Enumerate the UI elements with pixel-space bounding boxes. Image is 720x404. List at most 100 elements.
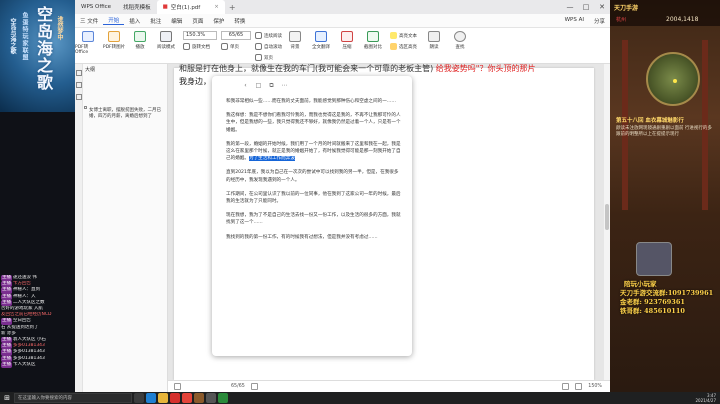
button-label: 截图对比	[364, 45, 382, 50]
quest-title: 第五十八回 血衣幕城魅影行	[616, 118, 684, 124]
menu-item[interactable]: 保护	[208, 17, 229, 25]
chrome-icon[interactable]	[182, 393, 192, 403]
scene-pillar	[702, 40, 708, 210]
button-label: 播放	[135, 45, 145, 50]
double-page-button[interactable]: 双页	[255, 53, 282, 62]
explorer-icon[interactable]	[158, 393, 168, 403]
play-icon	[134, 31, 146, 42]
menu-right-group: WPS AI 分享	[560, 17, 610, 25]
fit-page-icon[interactable]	[562, 383, 570, 390]
new-tab-button[interactable]: +	[225, 3, 240, 12]
hud-location: 杭州	[616, 17, 627, 23]
obs-icon[interactable]	[206, 393, 216, 403]
annotation-icon[interactable]	[76, 94, 82, 100]
outline-item[interactable]: 女博士离职，摆脱贫困失败，二月已婚，四万的月薪，离婚后想到了	[89, 108, 165, 120]
button-label: PDF转图片	[102, 45, 126, 50]
fit-width-icon[interactable]	[575, 383, 583, 390]
page-number-input[interactable]: 65/65	[221, 31, 251, 40]
background-button[interactable]: 背景	[282, 31, 308, 50]
menu-item[interactable]: 三 文件	[75, 17, 103, 25]
app-icon[interactable]	[218, 393, 228, 403]
menu-item[interactable]: 批注	[145, 17, 166, 25]
button-label: PDF转Office	[75, 45, 89, 55]
book-icon	[160, 31, 172, 42]
view-group: 连续阅读 自动滚动 双页	[255, 31, 282, 62]
background-icon	[289, 31, 301, 42]
card-body: 和我非常相似一些……而在我的丈夫面前，我能感觉到那种伤心和空虚之间的一…… 我这…	[226, 98, 402, 248]
taskbar-clock[interactable]: 3:47 2021/4/27	[695, 393, 716, 403]
button-label: 单页	[230, 44, 239, 50]
button-label: 压缩	[342, 45, 352, 50]
compare-button[interactable]: 截图对比	[360, 31, 386, 50]
more-icon[interactable]: ⋯	[281, 82, 288, 89]
status-zoom[interactable]: 150%	[588, 384, 602, 389]
menu-item[interactable]: 页面	[187, 17, 208, 25]
play-button[interactable]: 播放	[127, 31, 153, 50]
chat-text: 石 从提送到达到了	[1, 324, 39, 330]
continuous-button[interactable]: 连续阅读	[255, 31, 282, 40]
bookmark-icon[interactable]	[76, 82, 82, 88]
menu-item[interactable]: 编辑	[166, 17, 187, 25]
scrollbar-thumb[interactable]	[605, 204, 609, 230]
search-icon	[454, 31, 466, 42]
thumbnail-icon[interactable]	[76, 70, 82, 76]
prev-page-icon[interactable]	[174, 383, 181, 390]
auto-scroll-button[interactable]: 自动滚动	[255, 42, 282, 51]
wps-icon[interactable]	[170, 393, 180, 403]
status-page-number[interactable]: 65/65	[231, 384, 245, 389]
menu-item[interactable]: 开始	[103, 16, 125, 25]
page-text-red: 给我姿势吗"？你头顶的那片	[435, 64, 536, 73]
pdf-to-image-button[interactable]: PDF转图片	[101, 31, 127, 50]
task-view-icon[interactable]	[134, 393, 144, 403]
find-button[interactable]: 查找	[447, 31, 473, 50]
pdf-icon: ■	[162, 4, 168, 10]
convert-icon	[82, 31, 94, 42]
menu-right-item[interactable]: 分享	[589, 17, 610, 25]
hud-coordinates: 2004,1418	[666, 16, 699, 23]
selected-text[interactable]: 为了生活和工作而奔波	[248, 156, 295, 162]
close-icon[interactable]: ×	[214, 4, 219, 10]
button-label: 连续阅读	[264, 33, 282, 39]
pdf-page: 和服是打在他身上，就像生在我的车门(我可能会来一个可靠的老板主管) 给我姿势吗"…	[174, 64, 594, 380]
area-highlight-icon	[390, 43, 397, 50]
highlight-text-button[interactable]: 高亮文本	[390, 31, 417, 40]
area-highlight-button[interactable]: 选区高亮	[390, 42, 417, 51]
close-button[interactable]: ✕	[594, 0, 610, 14]
chat-text: 遂还送没 伟	[13, 275, 37, 280]
reading-card: ‹ □ ⧉ ⋯ 和我非常相似一些……而在我的丈夫面前，我能感觉到那种伤心和空虚之…	[212, 76, 412, 356]
minimize-button[interactable]: —	[562, 0, 578, 14]
next-page-icon[interactable]	[250, 383, 258, 390]
read-aloud-button[interactable]: 朗读	[421, 31, 447, 50]
chat-badge: 主播	[1, 293, 12, 300]
single-page-button[interactable]: 单页	[221, 42, 251, 51]
menu-right-item[interactable]: WPS AI	[560, 17, 589, 25]
document-viewport[interactable]: 和服是打在他身上，就像生在我的车门(我可能会来一个可靠的老板主管) 给我姿势吗"…	[168, 64, 610, 380]
checkbox-icon[interactable]	[84, 106, 87, 109]
back-icon[interactable]: ‹	[242, 82, 249, 89]
tab-document[interactable]: ■ 空白(1).pdf ×	[156, 0, 225, 14]
comment-icon[interactable]: □	[255, 82, 262, 89]
pdf-to-office-button[interactable]: PDF转Office	[75, 31, 101, 55]
quest-description: 颜读未注放网现镜通剧重剧以面前 行进视行的多跟前的明整所以上在提提示现行	[616, 126, 712, 137]
edge-icon[interactable]	[146, 393, 156, 403]
rotate-button[interactable]: 旋转文档	[183, 42, 217, 51]
read-mode-button[interactable]: 阅读模式	[153, 31, 179, 50]
menu-item[interactable]: 转换	[229, 17, 250, 25]
maximize-button[interactable]: □	[578, 0, 594, 14]
button-label: 选区高亮	[399, 44, 417, 50]
game-icon[interactable]	[194, 393, 204, 403]
qq-line: 铁哥群: 485610110	[620, 307, 685, 315]
copy-icon[interactable]: ⧉	[268, 82, 275, 89]
chat-text: 否好的游戏玩家 入航	[1, 306, 43, 312]
start-button[interactable]: ⊞	[0, 392, 14, 404]
zoom-select[interactable]: 150.3%	[183, 31, 217, 40]
page-top-text: 和服是打在他身上，就像生在我的车门(我可能会来一个可靠的老板主管) 给我姿势吗"…	[179, 64, 599, 74]
tab-templates[interactable]: 找稻壳模板	[117, 0, 157, 14]
translate-button[interactable]: 全文翻译	[308, 31, 334, 50]
tab-wps-home[interactable]: WPS Office	[75, 0, 117, 14]
taskbar-search-input[interactable]: 在这里输入你要搜索的内容	[14, 393, 132, 403]
chat-badge: 主播	[1, 361, 12, 369]
compress-button[interactable]: 压缩	[334, 31, 360, 50]
menu-item[interactable]: 插入	[124, 17, 145, 25]
qq-group-info: 陪玩小玩家 天刀手游交流群:1091739961 金老群: 923769361 …	[620, 270, 720, 320]
